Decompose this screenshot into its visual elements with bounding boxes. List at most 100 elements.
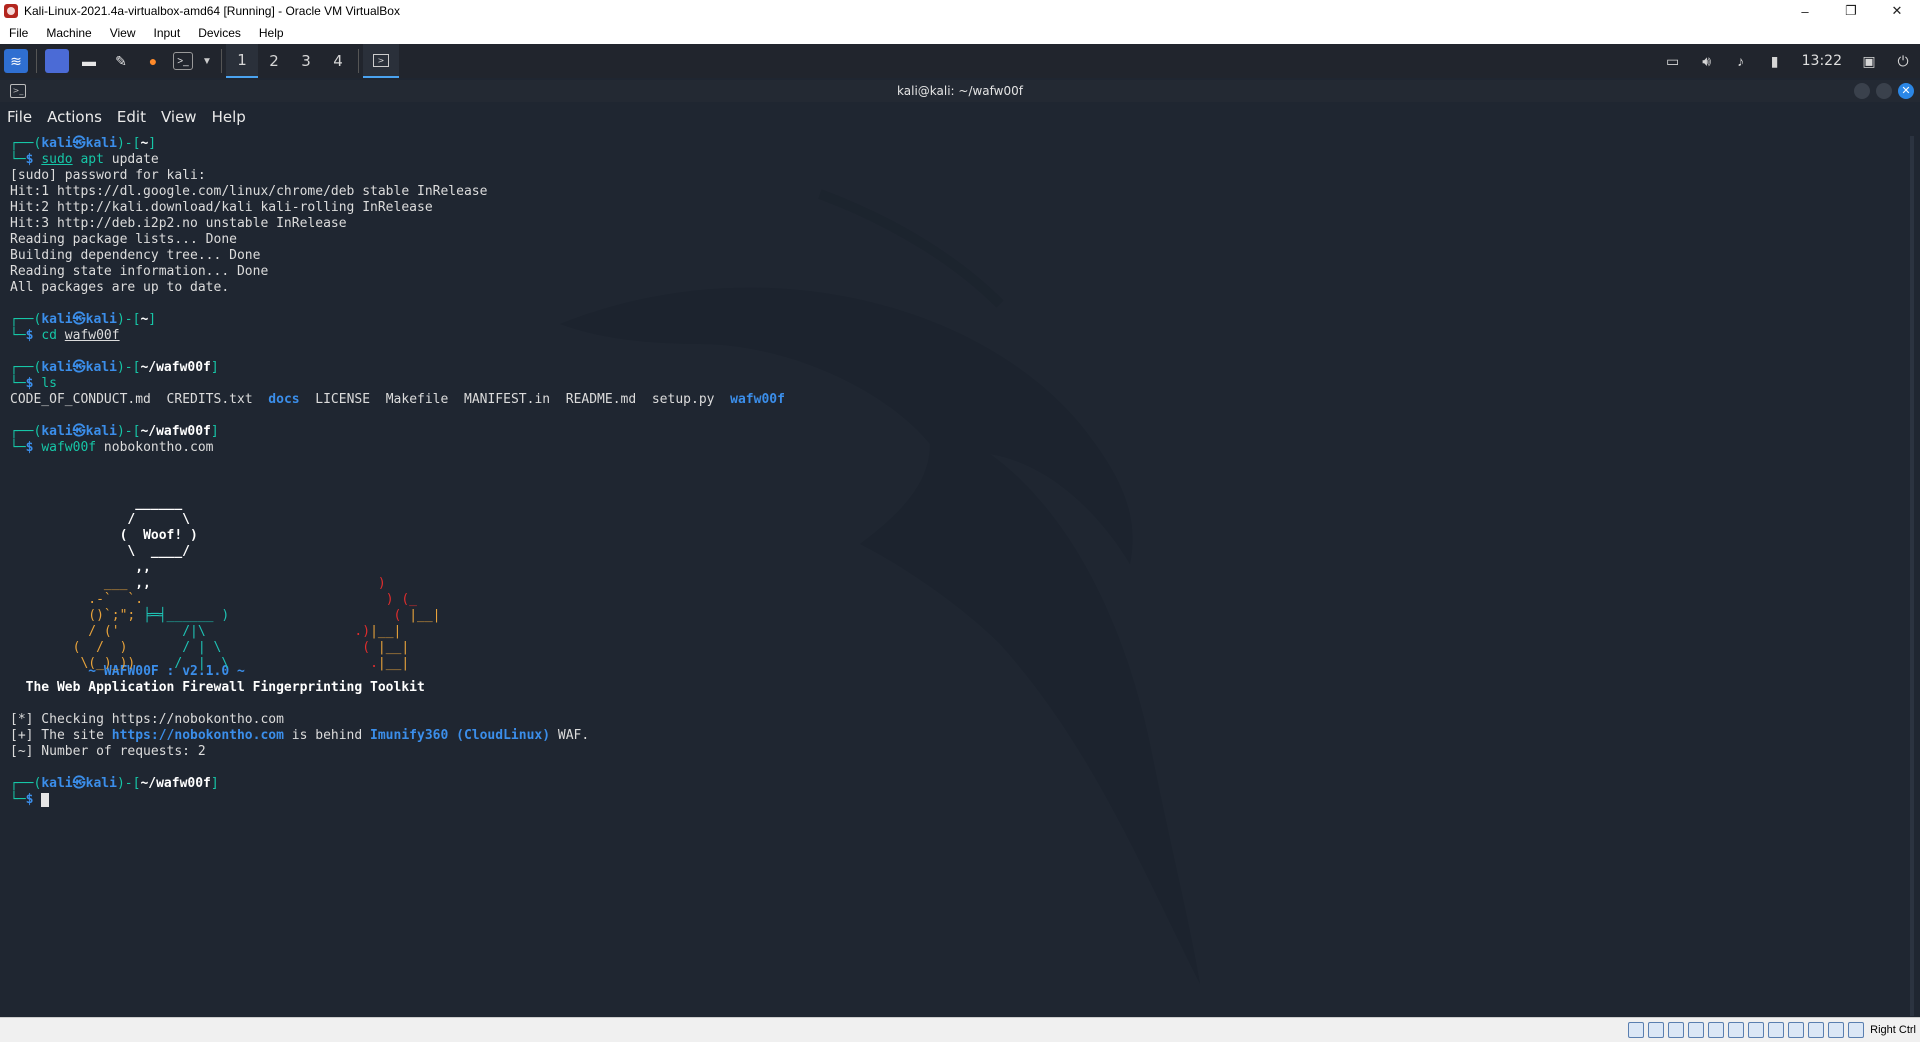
cpu-icon[interactable] [1808,1022,1825,1038]
vbox-titlebar: Kali-Linux-2021.4a-virtualbox-amd64 [Run… [0,0,1920,22]
prompt-line: ┌──(kali㉿kali)-[~/wafw00f] [10,360,219,375]
mouse-integration-icon[interactable] [1828,1022,1845,1038]
show-desktop-icon[interactable] [45,49,69,73]
output-line: Hit:2 http://kali.download/kali kali-rol… [10,200,433,215]
menu-help[interactable]: Help [250,26,293,40]
restore-button[interactable]: ❐ [1828,0,1874,22]
system-tray: ▭ 🔊︎ ♪ ▮ 13:22 ▣ ⏻ [1656,44,1920,78]
terminal-title: kali@kali: ~/wafw00f [897,84,1023,98]
vbox-statusbar: Right Ctrl [0,1017,1920,1042]
result-line: [+] The site https://nobokontho.com is b… [10,728,590,743]
ls-output: CODE_OF_CONDUCT.md CREDITS.txt docs LICE… [10,392,1890,408]
command-line: └─$ wafw00f nobokontho.com [10,440,214,455]
video-capture-icon[interactable] [1768,1022,1785,1038]
display-status-icon[interactable] [1748,1022,1765,1038]
menu-view[interactable]: View [101,26,145,40]
prompt-line: ┌──(kali㉿kali)-[~/wafw00f] [10,424,219,439]
host-key-label: Right Ctrl [1870,1024,1916,1036]
terminal-menu-help[interactable]: Help [205,108,254,126]
ls-entry: README.md [565,392,637,407]
requests-line: [~] Number of requests: 2 [10,744,206,759]
text-editor-icon[interactable]: ✎ [109,49,133,73]
terminal-menubar: File Actions Edit View Help [0,106,1920,128]
menu-devices[interactable]: Devices [189,26,250,40]
prompt-line: ┌──(kali㉿kali)-[~] [10,312,157,327]
prompt-line: ┌──(kali㉿kali)-[~] [10,136,157,151]
workspace-4[interactable]: 4 [322,44,354,78]
power-icon[interactable]: ⏻ [1886,44,1920,78]
file-manager-icon[interactable]: ▬ [77,49,101,73]
workspace-2[interactable]: 2 [258,44,290,78]
output-line: Hit:3 http://deb.i2p2.no unstable InRele… [10,216,347,231]
menu-input[interactable]: Input [145,26,190,40]
command-line[interactable]: └─$ [10,792,1890,808]
vbox-menubar: File Machine View Input Devices Help [0,22,1920,44]
lock-icon[interactable]: ▣ [1852,44,1886,78]
shared-folders-icon[interactable] [1728,1022,1745,1038]
workspace-1[interactable]: 1 [226,44,258,78]
keyboard-capture-icon[interactable] [1848,1022,1865,1038]
menu-file[interactable]: File [0,26,37,40]
terminal-menu-actions[interactable]: Actions [40,108,110,126]
terminal-scrollbar[interactable] [1910,136,1914,1016]
close-button[interactable]: ✕ [1874,0,1920,22]
panel-separator [358,49,359,73]
volume-icon[interactable]: 🔊︎ [1690,44,1724,78]
ls-entry: CREDITS.txt [166,392,253,407]
text-cursor [41,792,50,807]
optical-drive-icon[interactable] [1648,1022,1665,1038]
audio-icon[interactable] [1668,1022,1685,1038]
virtualbox-icon [4,4,18,18]
notification-bell-icon[interactable]: ♪ [1724,44,1758,78]
output-line: Reading state information... Done [10,264,269,279]
guest-display: ≋ ▬ ✎ ● >_ ▼ 1 2 3 4 > ▭ 🔊︎ ♪ ▮ 13:22 ▣ … [0,44,1920,1017]
terminal-maximize-button[interactable] [1876,83,1892,99]
menu-machine[interactable]: Machine [37,26,100,40]
terminal-menu-file[interactable]: File [0,108,40,126]
output-line: Hit:1 https://dl.google.com/linux/chrome… [10,184,488,199]
ls-entry: Makefile [385,392,449,407]
minimize-button[interactable]: – [1782,0,1828,22]
terminal-menu-view[interactable]: View [154,108,205,126]
panel-separator [36,49,37,73]
battery-icon[interactable]: ▮ [1758,44,1792,78]
kali-menu-icon[interactable]: ≋ [4,49,28,73]
guest-additions-icon[interactable] [1788,1022,1805,1038]
usb-icon[interactable] [1708,1022,1725,1038]
output-line: Reading package lists... Done [10,232,237,247]
terminal-launcher-icon[interactable]: >_ [173,52,193,70]
terminal-close-button[interactable]: ✕ [1898,83,1914,99]
command-line: └─$ ls [10,376,57,391]
terminal-minimize-button[interactable] [1854,83,1870,99]
terminal-titlebar: >_ kali@kali: ~/wafw00f ✕ [0,80,1920,102]
ls-entry: CODE_OF_CONDUCT.md [10,392,151,407]
taskbar-terminal-window[interactable]: > [363,44,399,78]
display-icon[interactable]: ▭ [1656,44,1690,78]
terminal-titlebar-icon: >_ [10,84,26,98]
checking-line: [*] Checking https://nobokontho.com [10,712,284,727]
ls-entry: docs [268,392,300,407]
ls-entry: setup.py [651,392,715,407]
window-title: Kali-Linux-2021.4a-virtualbox-amd64 [Run… [24,4,400,18]
wafw00f-ascii-art: ______ / \ ( Woof! ) \ ____/ ,, ___ ,, )… [10,496,441,671]
command-line: └─$ sudo apt update [10,152,159,167]
prompt-line: ┌──(kali㉿kali)-[~/wafw00f] [10,776,219,791]
network-icon[interactable] [1688,1022,1705,1038]
clock[interactable]: 13:22 [1792,53,1852,69]
ls-entry: wafw00f [730,392,785,407]
window-controls: – ❐ ✕ [1782,0,1920,22]
hard-disk-icon[interactable] [1628,1022,1645,1038]
output-line: Building dependency tree... Done [10,248,261,263]
chevron-down-icon[interactable]: ▼ [201,49,213,73]
firefox-icon[interactable]: ● [141,49,165,73]
output-line: All packages are up to date. [10,280,230,295]
panel-separator [221,49,222,73]
workspace-3[interactable]: 3 [290,44,322,78]
terminal-window-icon: > [373,53,389,67]
terminal-menu-edit[interactable]: Edit [110,108,154,126]
terminal-window-buttons: ✕ [1854,83,1914,99]
